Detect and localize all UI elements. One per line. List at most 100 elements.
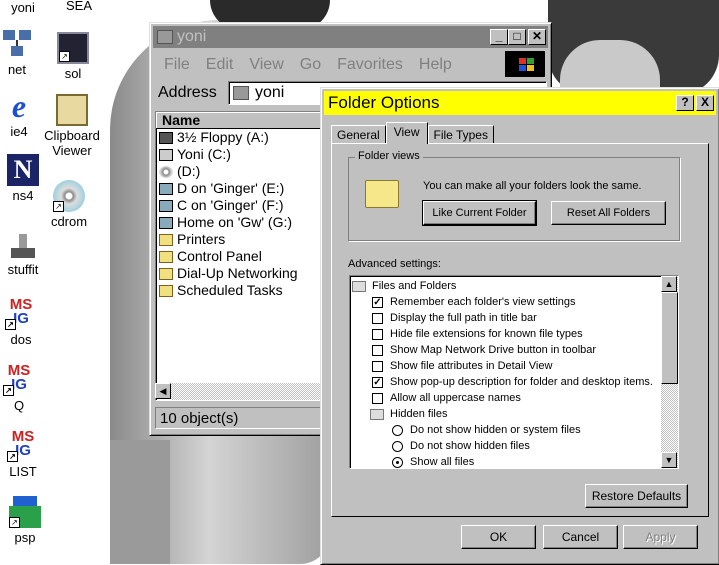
setting-label: Display the full path in title bar	[390, 312, 537, 324]
list-item-label: 3½ Floppy (A:)	[177, 129, 269, 145]
option-show-all[interactable]: Show all files	[350, 454, 658, 468]
checkbox-checked[interactable]: ✓	[372, 296, 383, 308]
shortcut-arrow-icon: ↗	[59, 51, 70, 62]
checkbox[interactable]	[372, 344, 383, 356]
desktop-icon-label: LIST	[9, 464, 37, 479]
restore-defaults-button[interactable]: Restore Defaults	[585, 484, 688, 508]
advanced-settings-tree[interactable]: Files and Folders ✓ Remember each folder…	[349, 275, 679, 469]
tab-file-types[interactable]: File Types	[427, 125, 494, 144]
reset-all-folders-button[interactable]: Reset All Folders	[551, 201, 666, 225]
setting-uppercase-names[interactable]: Allow all uppercase names	[350, 390, 658, 406]
menu-file[interactable]: File	[156, 53, 198, 77]
option-label: Show all files	[410, 456, 475, 468]
list-item-label: Home on 'Gw' (G:)	[177, 214, 293, 230]
apply-button[interactable]: Apply	[623, 525, 698, 549]
tree-group-label: Files and Folders	[372, 280, 457, 292]
ok-label: OK	[489, 530, 508, 544]
setting-label: Allow all uppercase names	[390, 392, 521, 404]
shortcut-arrow-icon: ↗	[3, 385, 14, 396]
help-button[interactable]: ?	[676, 95, 694, 111]
desktop-icon-q[interactable]: MS IG ↗ Q	[0, 363, 54, 413]
desktop-icon-cdrom[interactable]: ↗ cdrom	[34, 180, 104, 229]
computer-icon	[157, 30, 173, 44]
wallpaper-portrait-face	[560, 40, 660, 92]
stuffit-icon	[7, 228, 39, 260]
option-hide-hidden[interactable]: Do not show hidden files	[350, 438, 658, 454]
scroll-thumb[interactable]	[661, 292, 678, 384]
list-item-label: Scheduled Tasks	[177, 282, 283, 298]
cdrom-icon: ↗	[53, 180, 85, 212]
setting-remember-view[interactable]: ✓ Remember each folder's view settings	[350, 294, 658, 310]
desktop-icon-sol[interactable]: ↗ sol	[38, 32, 108, 81]
tab-strip: General View File Types	[331, 122, 494, 144]
close-button[interactable]: X	[696, 95, 714, 111]
ms-dos-icon: MS IG ↗	[3, 363, 35, 396]
desktop-icon-clipboard-viewer[interactable]: Clipboard Viewer	[37, 94, 107, 158]
scroll-down-icon[interactable]: ▼	[661, 452, 677, 468]
tab-general[interactable]: General	[331, 125, 386, 144]
status-bar: 10 object(s)	[155, 407, 335, 429]
option-label: Do not show hidden or system files	[410, 424, 581, 436]
desktop-icon-label: dos	[10, 332, 32, 347]
setting-label: Show Map Network Drive button in toolbar	[390, 344, 597, 356]
setting-hide-extensions[interactable]: Hide file extensions for known file type…	[350, 326, 658, 342]
folder-options-dialog[interactable]: Folder Options ? X General View File Typ…	[320, 87, 719, 565]
like-current-folder-label: Like Current Folder	[432, 207, 527, 219]
scroll-left-icon[interactable]: ◀	[155, 383, 171, 399]
setting-map-network-drive[interactable]: Show Map Network Drive button in toolbar	[350, 342, 658, 358]
maximize-button[interactable]: □	[508, 29, 526, 45]
folder-icon	[352, 280, 366, 292]
checkbox[interactable]	[372, 328, 383, 340]
view-tab-page: Folder views You can make all your folde…	[331, 143, 709, 517]
dialog-titlebar[interactable]: Folder Options ? X	[324, 91, 716, 115]
setting-full-path[interactable]: Display the full path in title bar	[350, 310, 658, 326]
menu-favorites[interactable]: Favorites	[329, 53, 411, 77]
radio-button[interactable]	[392, 440, 403, 452]
tab-view[interactable]: View	[385, 122, 428, 144]
radio-button[interactable]	[392, 424, 403, 436]
desktop-icon-list[interactable]: MS IG ↗ LIST	[0, 429, 58, 479]
desktop-icon-dos[interactable]: MS IG ↗ dos	[0, 297, 56, 347]
menu-go[interactable]: Go	[292, 53, 329, 77]
list-item-label: Control Panel	[177, 248, 262, 264]
menu-view[interactable]: View	[241, 53, 291, 77]
menu-help[interactable]: Help	[411, 53, 460, 77]
checkbox[interactable]	[372, 312, 383, 324]
cancel-button[interactable]: Cancel	[543, 525, 618, 549]
checkbox-checked[interactable]: ✓	[372, 376, 383, 388]
list-item-label: C on 'Ginger' (F:)	[177, 197, 284, 213]
desktop-icon-label: psp	[14, 530, 36, 545]
network-icon	[1, 28, 33, 60]
ns-logo-letter: N	[13, 155, 33, 184]
folder-icon	[159, 267, 173, 280]
setting-popup-description[interactable]: ✓ Show pop-up description for folder and…	[350, 374, 658, 390]
setting-label: Remember each folder's view settings	[390, 296, 576, 308]
menu-edit[interactable]: Edit	[198, 53, 242, 77]
radio-button-selected[interactable]	[392, 456, 403, 468]
close-button[interactable]: ✕	[528, 29, 546, 45]
setting-file-attributes[interactable]: Show file attributes in Detail View	[350, 358, 658, 374]
shortcut-arrow-icon: ↗	[7, 451, 18, 462]
checkbox[interactable]	[372, 360, 383, 372]
option-hide-hidden-system[interactable]: Do not show hidden or system files	[350, 422, 658, 438]
minimize-button[interactable]: _	[490, 29, 508, 45]
address-value: yoni	[255, 84, 285, 101]
scroll-up-icon[interactable]: ▲	[661, 276, 677, 292]
desktop-icon-stuffit[interactable]: stuffit	[0, 228, 58, 277]
tree-group-files-and-folders[interactable]: Files and Folders	[350, 278, 658, 294]
checkbox[interactable]	[372, 392, 383, 404]
desktop-icon-label: cdrom	[50, 214, 88, 229]
network-drive-icon	[159, 182, 173, 195]
tree-group-label: Hidden files	[390, 408, 448, 420]
desktop-icon-psp[interactable]: ↗ psp	[0, 496, 60, 545]
explorer-titlebar[interactable]: yoni _ □ ✕	[153, 26, 548, 48]
tree-group-hidden-files[interactable]: Hidden files	[350, 406, 658, 422]
option-label: Do not show hidden files	[410, 440, 530, 452]
list-item-label: Printers	[177, 231, 226, 247]
setting-label: Show pop-up description for folder and d…	[390, 376, 653, 388]
wallpaper-arm	[110, 440, 170, 564]
shortcut-arrow-icon: ↗	[53, 201, 64, 212]
desktop-icon-sea[interactable]: SEA	[44, 0, 114, 13]
ok-button[interactable]: OK	[461, 525, 536, 549]
like-current-folder-button[interactable]: Like Current Folder	[422, 200, 537, 226]
